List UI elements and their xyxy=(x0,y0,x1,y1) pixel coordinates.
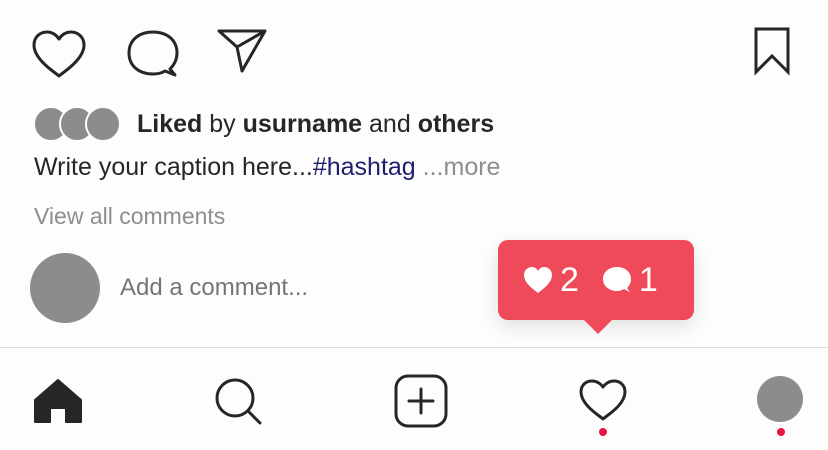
likes-text: Liked by usurname and others xyxy=(137,110,494,139)
activity-notification-bubble[interactable]: 2 1 xyxy=(498,240,694,334)
view-all-comments-link[interactable]: View all comments xyxy=(34,203,225,230)
liker-username-link[interactable]: usurname xyxy=(243,110,362,138)
add-post-icon xyxy=(394,374,448,428)
post-caption: Write your caption here...#hashtag ...mo… xyxy=(34,153,500,182)
paper-plane-icon xyxy=(217,29,267,73)
by-label: by xyxy=(202,109,243,138)
activity-notification-dot xyxy=(599,428,607,436)
profile-notification-dot xyxy=(777,428,785,436)
speech-bubble-icon xyxy=(127,30,179,77)
heart-outline-icon xyxy=(32,30,86,78)
instagram-post-screen: Liked by usurname and others Write your … xyxy=(0,0,828,450)
like-button[interactable] xyxy=(30,28,88,80)
tab-profile[interactable] xyxy=(757,376,803,422)
likes-notification: 2 xyxy=(522,263,579,297)
bottom-tab-bar xyxy=(0,348,828,450)
comments-count: 1 xyxy=(638,261,658,299)
add-comment-row xyxy=(30,252,420,324)
more-link[interactable]: ...more xyxy=(416,153,501,181)
likes-summary[interactable]: Liked by usurname and others xyxy=(33,106,494,142)
tab-activity[interactable] xyxy=(578,378,628,422)
tab-add-post[interactable] xyxy=(394,374,448,428)
comment-input[interactable] xyxy=(120,274,420,302)
caption-text: Write your caption here... xyxy=(34,153,313,181)
save-button[interactable] xyxy=(752,26,792,76)
home-icon xyxy=(34,379,82,423)
likes-count: 2 xyxy=(560,261,579,299)
heart-activity-icon xyxy=(579,379,627,421)
tab-home[interactable] xyxy=(33,378,83,424)
comment-button[interactable] xyxy=(126,28,180,80)
comment-filled-icon xyxy=(602,267,631,292)
and-label: and xyxy=(362,109,418,138)
liker-avatars xyxy=(33,106,121,142)
comments-notification: 1 xyxy=(601,263,658,297)
post-actions-bar xyxy=(0,0,828,100)
hashtag-link[interactable]: #hashtag xyxy=(313,153,416,181)
avatar xyxy=(30,253,100,323)
search-icon xyxy=(215,378,262,425)
tab-search[interactable] xyxy=(213,376,263,426)
heart-filled-icon xyxy=(524,267,552,293)
others-link[interactable]: others xyxy=(418,110,494,138)
bookmark-icon xyxy=(754,27,790,76)
avatar xyxy=(85,106,121,142)
liked-label: Liked xyxy=(137,109,203,138)
share-button[interactable] xyxy=(216,28,268,74)
